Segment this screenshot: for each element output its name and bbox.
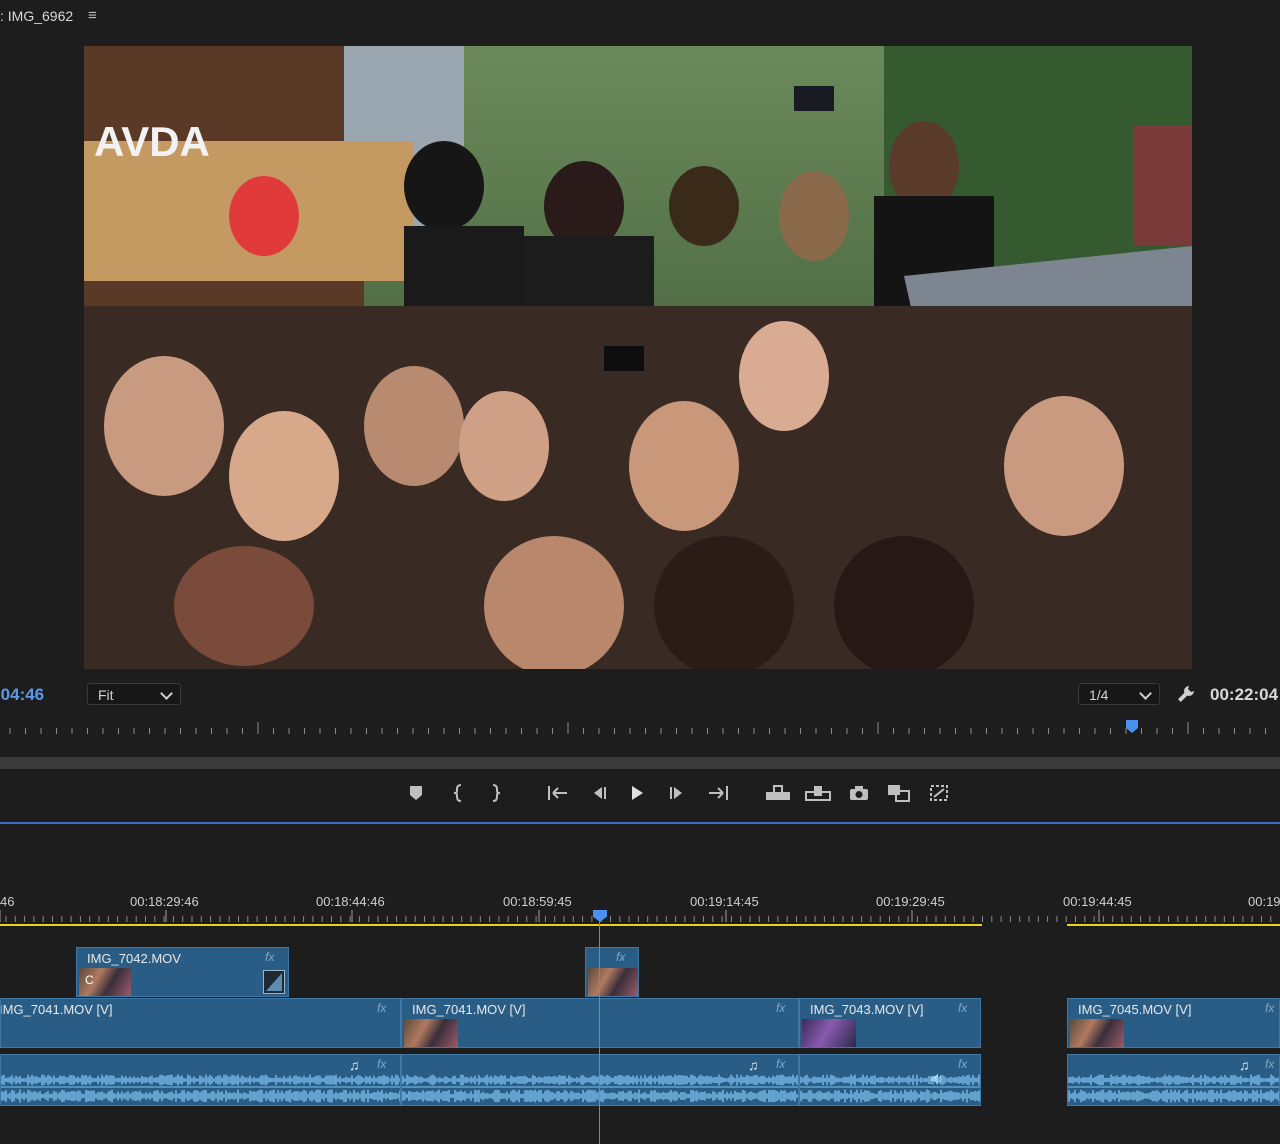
zoom-level-dropdown[interactable]: Fit [87, 683, 181, 705]
transport-controls [0, 776, 1280, 812]
mark-out-icon[interactable] [480, 776, 510, 810]
audio-clip[interactable]: fx [799, 1054, 981, 1106]
playback-resolution-value: 1/4 [1089, 687, 1109, 703]
go-to-out-icon[interactable] [703, 776, 733, 810]
settings-wrench-icon[interactable] [1176, 684, 1196, 709]
fx-badge[interactable]: fx [776, 1001, 785, 1015]
audio-clip[interactable]: ♫ fx [0, 1054, 401, 1106]
clip-thumbnail [404, 1019, 458, 1047]
svg-text:AVDA: AVDA [94, 118, 210, 165]
panel-divider[interactable] [0, 822, 1280, 824]
clip-thumbnail [1070, 1019, 1124, 1047]
audio-waveform [1068, 1074, 1279, 1103]
hamburger-icon[interactable]: ≡ [88, 7, 97, 24]
thumbnail-label: C [85, 973, 94, 987]
program-preview: AVDA [84, 46, 1192, 669]
timeline-clip[interactable]: IMG_7041.MOV [V] fx [0, 998, 401, 1048]
play-icon[interactable] [622, 776, 652, 810]
monitor-time-ruler[interactable] [0, 718, 1280, 742]
duration-timecode: 00:22:04 [1210, 685, 1279, 704]
fx-badge[interactable]: fx [958, 1001, 967, 1015]
audio-waveform [1, 1074, 400, 1103]
clip-name: IMG_7041.MOV [V] [412, 1002, 526, 1017]
clip-thumbnail [802, 1019, 856, 1047]
monitor-title[interactable]: : IMG_6962 [0, 8, 73, 24]
chevron-down-icon [160, 687, 173, 700]
export-frame-icon[interactable] [844, 776, 874, 810]
audio-clip[interactable]: ♫ fx [1067, 1054, 1280, 1106]
playback-resolution-dropdown[interactable]: 1/4 [1078, 683, 1160, 705]
timeline-clip[interactable]: fx [585, 947, 639, 997]
compare-view-icon[interactable] [884, 776, 914, 810]
chevron-down-icon [1139, 687, 1152, 700]
transition-icon[interactable] [263, 970, 285, 994]
timeline-clip[interactable]: IMG_7042.MOV fx C [76, 947, 289, 997]
clip-name: IMG_7042.MOV [87, 951, 181, 966]
step-back-icon[interactable] [584, 776, 614, 810]
mark-in-icon[interactable] [444, 776, 474, 810]
timeline-time-ruler[interactable]: 46 00:18:29:46 00:18:44:46 00:18:59:45 0… [0, 888, 1280, 930]
audio-waveform [402, 1074, 798, 1103]
monitor-title-bar: : IMG_6962 ≡ [0, 0, 1280, 32]
fx-badge[interactable]: fx [616, 950, 625, 964]
timeline-clip[interactable]: IMG_7041.MOV [V] fx [401, 998, 799, 1048]
insert-icon[interactable] [763, 776, 793, 810]
clip-thumbnail [588, 968, 638, 996]
fx-badge[interactable]: fx [377, 1001, 386, 1015]
add-marker-icon[interactable] [401, 776, 431, 810]
timeline-clip[interactable]: IMG_7043.MOV [V] fx [799, 998, 981, 1048]
playhead-timecode[interactable]: :04:46 [0, 685, 44, 705]
step-forward-icon[interactable] [662, 776, 692, 810]
monitor-zoom-scrollbar[interactable] [0, 757, 1280, 769]
clip-name: IMG_7041.MOV [V] [0, 1002, 113, 1017]
fx-badge[interactable]: fx [265, 950, 274, 964]
playhead-line[interactable] [599, 918, 600, 1144]
audio-waveform [800, 1074, 980, 1103]
concert-crowd-image: AVDA [84, 46, 1192, 669]
overwrite-icon[interactable] [803, 776, 833, 810]
toggle-proxies-icon[interactable] [924, 776, 954, 810]
zoom-level-value: Fit [98, 687, 114, 703]
clip-name: IMG_7043.MOV [V] [810, 1002, 924, 1017]
clip-name: IMG_7045.MOV [V] [1078, 1002, 1192, 1017]
go-to-in-icon[interactable] [543, 776, 573, 810]
timeline-clip[interactable]: IMG_7045.MOV [V] fx [1067, 998, 1280, 1048]
fx-badge[interactable]: fx [1265, 1001, 1274, 1015]
audio-clip[interactable]: ♫ fx [401, 1054, 799, 1106]
